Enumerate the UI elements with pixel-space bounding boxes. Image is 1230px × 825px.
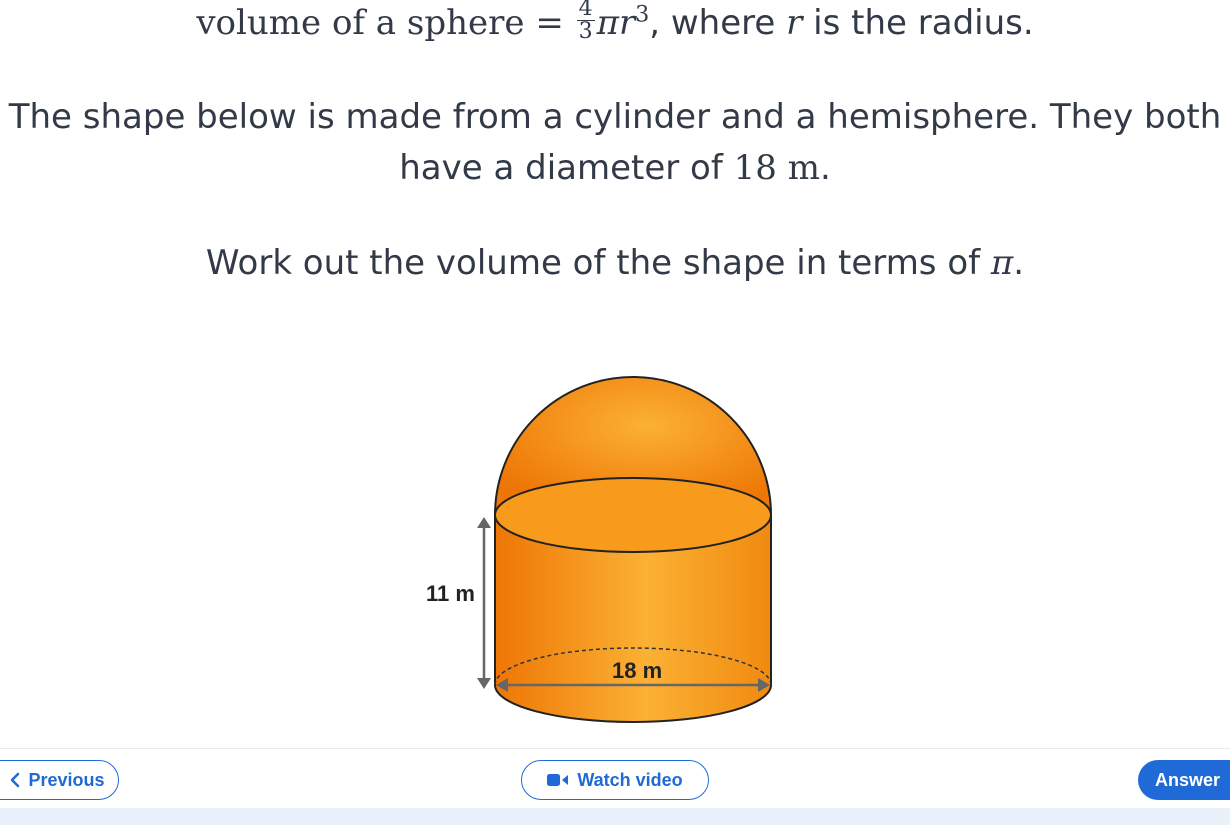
previous-label: Previous: [28, 769, 105, 790]
watch-video-button[interactable]: Watch video: [521, 760, 709, 800]
bottom-band: [0, 808, 1230, 825]
answer-label: Answer: [1155, 769, 1221, 790]
shape-figure: 11 m 18 m: [426, 376, 773, 723]
watch-video-label: Watch video: [577, 769, 683, 790]
height-label: 11 m: [426, 581, 475, 606]
answer-button[interactable]: Answer: [1138, 760, 1230, 800]
footer-divider: [0, 748, 1230, 749]
previous-button[interactable]: Previous: [0, 760, 119, 800]
video-camera-icon: [547, 773, 569, 787]
height-arrow-head-bottom: [477, 678, 491, 689]
cylinder-top-face: [494, 477, 772, 553]
diameter-label: 18 m: [612, 658, 662, 683]
height-arrow-head-top: [477, 517, 491, 528]
chevron-left-icon: [10, 772, 20, 788]
